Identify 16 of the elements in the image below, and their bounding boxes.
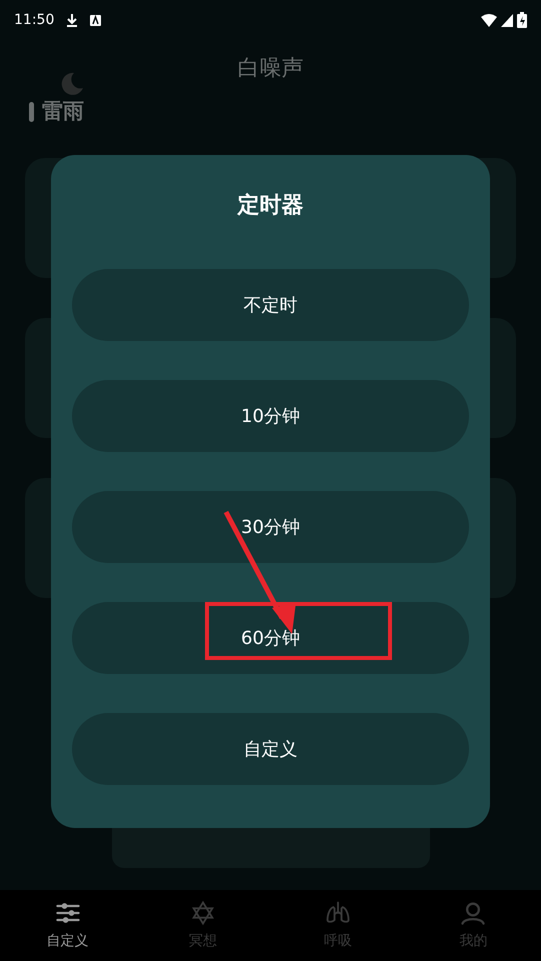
nav-tab[interactable]: 自定义 xyxy=(0,890,136,961)
section-marker xyxy=(29,102,34,122)
timer-option[interactable]: 60分钟 xyxy=(72,602,469,674)
battery-icon xyxy=(517,12,527,28)
keyboard-icon xyxy=(90,14,102,26)
page-title: 白噪声 xyxy=(238,54,304,82)
wifi-icon xyxy=(481,14,497,26)
dialog-title: 定时器 xyxy=(238,192,304,220)
timer-option[interactable]: 自定义 xyxy=(72,713,469,785)
status-time: 11:50 xyxy=(14,10,54,30)
download-icon xyxy=(66,13,78,27)
timer-option[interactable]: 10分钟 xyxy=(72,380,469,452)
signal-icon xyxy=(501,14,513,26)
section-title: 雷雨 xyxy=(42,98,84,125)
timer-option[interactable]: 30分钟 xyxy=(72,491,469,563)
timer-option[interactable]: 不定时 xyxy=(72,269,469,341)
